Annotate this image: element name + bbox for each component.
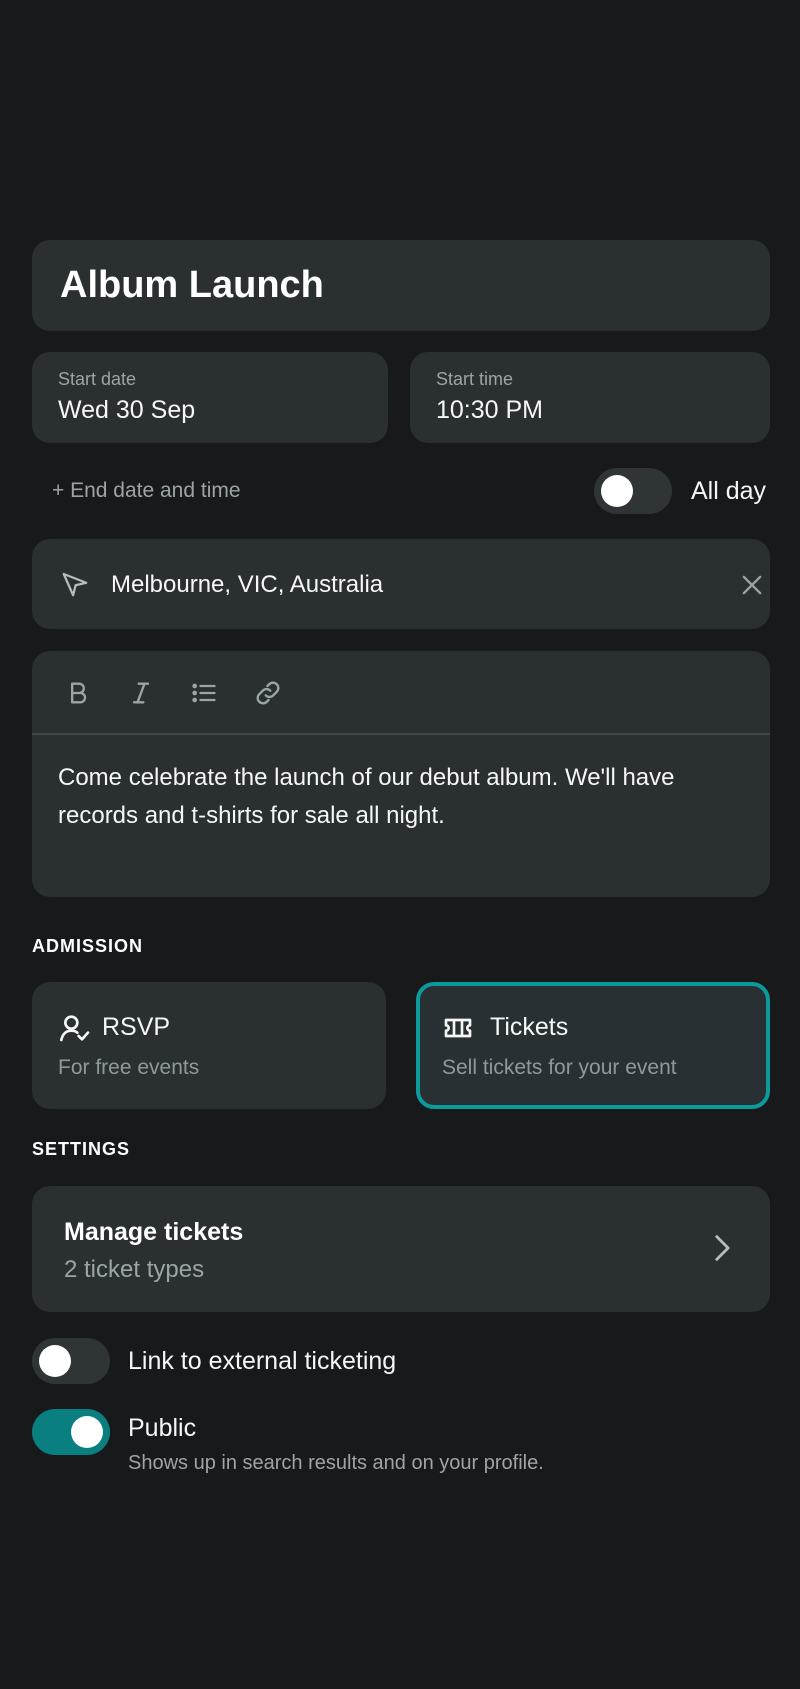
location-field[interactable]: Melbourne, VIC, Australia xyxy=(32,539,770,629)
description-editor: Come celebrate the launch of our debut a… xyxy=(32,651,770,897)
event-title: Album Launch xyxy=(60,264,324,306)
manage-tickets-title: Manage tickets xyxy=(64,1218,244,1246)
rsvp-subtitle: For free events xyxy=(58,1056,200,1079)
start-time-value: 10:30 PM xyxy=(436,396,544,424)
all-day-label: All day xyxy=(691,477,767,505)
location-value: Melbourne, VIC, Australia xyxy=(111,571,384,598)
bold-icon[interactable] xyxy=(64,679,92,707)
start-time-label: Start time xyxy=(436,369,514,389)
tickets-title: Tickets xyxy=(490,1013,569,1041)
close-icon[interactable] xyxy=(738,571,766,599)
chevron-right-icon xyxy=(715,1235,730,1261)
title-field[interactable]: Album Launch xyxy=(32,240,770,331)
manage-tickets-subtitle: 2 ticket types xyxy=(64,1256,205,1283)
start-date-field[interactable]: Start date Wed 30 Sep xyxy=(32,352,388,443)
location-arrow-icon xyxy=(62,572,88,597)
italic-icon[interactable] xyxy=(127,679,155,707)
user-check-icon xyxy=(60,1015,90,1042)
all-day-toggle[interactable] xyxy=(594,468,672,514)
start-date-label: Start date xyxy=(58,369,137,389)
toggle-knob xyxy=(39,1345,71,1377)
admission-option-rsvp[interactable]: RSVP For free events xyxy=(32,982,386,1109)
toggle-knob xyxy=(71,1416,103,1448)
manage-tickets-row[interactable]: Manage tickets 2 ticket types xyxy=(32,1186,770,1312)
start-time-field[interactable]: Start time 10:30 PM xyxy=(410,352,770,443)
ticket-icon xyxy=(444,1018,472,1038)
external-ticketing-toggle[interactable] xyxy=(32,1338,110,1384)
start-date-value: Wed 30 Sep xyxy=(58,396,196,424)
link-icon[interactable] xyxy=(254,679,282,707)
admission-header: ADMISSION xyxy=(32,936,144,956)
description-text[interactable]: Come celebrate the launch of our debut a… xyxy=(58,759,748,835)
external-ticketing-label: Link to external ticketing xyxy=(128,1347,397,1375)
public-label: Public xyxy=(128,1414,197,1442)
add-end-date-link[interactable]: + End date and time xyxy=(52,479,241,503)
settings-header: SETTINGS xyxy=(32,1139,131,1159)
public-toggle[interactable] xyxy=(32,1409,110,1455)
event-editor-page: Album Launch Start date Wed 30 Sep Start… xyxy=(0,0,800,1689)
toggle-knob xyxy=(601,475,633,507)
admission-option-tickets[interactable]: Tickets Sell tickets for your event xyxy=(416,982,770,1109)
bullet-list-icon[interactable] xyxy=(190,679,218,707)
editor-toolbar xyxy=(32,651,770,735)
tickets-subtitle: Sell tickets for your event xyxy=(442,1056,677,1079)
rsvp-title: RSVP xyxy=(102,1013,171,1041)
public-description: Shows up in search results and on your p… xyxy=(128,1452,544,1474)
